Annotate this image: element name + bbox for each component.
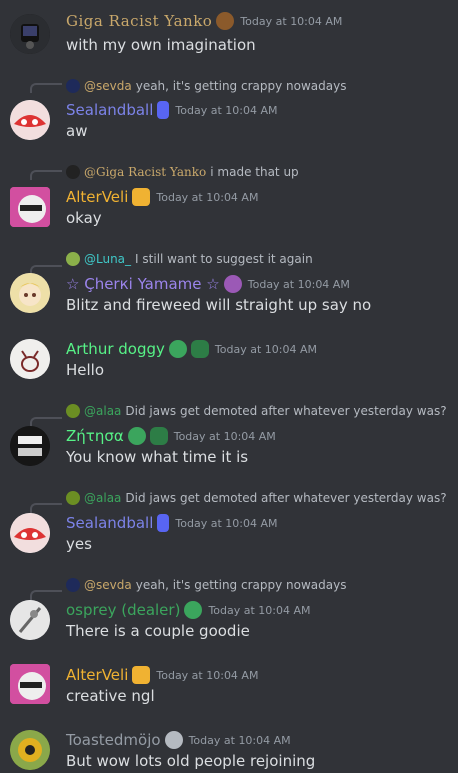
- reply-text: yeah, it's getting crappy nowadays: [135, 79, 347, 93]
- username[interactable]: ☆ Çherкi Yamame ☆: [66, 275, 220, 293]
- frog-emoji-icon: [127, 427, 146, 445]
- reply-username[interactable]: @sevda: [84, 578, 132, 592]
- reply-spine: [30, 417, 62, 427]
- poop-emoji-icon: [216, 12, 235, 30]
- message-text: creative ngl: [66, 687, 155, 705]
- timestamp[interactable]: Today at 10:04 AM: [215, 343, 317, 356]
- clover-emoji-icon: [149, 427, 168, 445]
- reply-avatar: [66, 404, 80, 418]
- timestamp[interactable]: Today at 10:04 AM: [208, 604, 310, 617]
- reply-username[interactable]: @alaa: [84, 404, 121, 418]
- avatar[interactable]: [10, 273, 50, 313]
- reply-preview[interactable]: @alaa Did jaws get demoted after whateve…: [66, 402, 447, 420]
- timestamp[interactable]: Today at 10:04 AM: [189, 734, 291, 747]
- reply-avatar: [66, 491, 80, 505]
- reply-avatar: [66, 252, 80, 266]
- message-text: aw: [66, 122, 88, 140]
- witch-hat-emoji-icon: [223, 275, 242, 293]
- timestamp[interactable]: Today at 10:04 AM: [174, 430, 276, 443]
- message-text: okay: [66, 209, 102, 227]
- reply-spine: [30, 503, 62, 513]
- username[interactable]: Sealandball: [66, 101, 153, 119]
- message-text: with my own imagination: [66, 36, 256, 54]
- reply-username[interactable]: @sevda: [84, 79, 132, 93]
- reply-preview[interactable]: @Giga Racist Yanko i made that up: [66, 163, 299, 181]
- timestamp[interactable]: Today at 10:04 AM: [175, 517, 277, 530]
- message-text: But wow lots old people rejoining: [66, 752, 316, 770]
- username[interactable]: osprey (dealer): [66, 601, 180, 619]
- username[interactable]: Arthur doggy: [66, 340, 165, 358]
- username[interactable]: Toastedmöjo: [66, 731, 161, 749]
- reply-preview[interactable]: @sevda yeah, it's getting crappy nowaday…: [66, 77, 346, 95]
- gold-badge-emoji-icon: [132, 188, 151, 206]
- timestamp[interactable]: Today at 10:04 AM: [175, 104, 277, 117]
- avatar[interactable]: [10, 187, 50, 227]
- reply-text: i made that up: [210, 165, 299, 179]
- message-text: There is a couple goodie: [66, 622, 250, 640]
- avatar[interactable]: [10, 339, 50, 379]
- passport-emoji-icon: [157, 514, 170, 532]
- reply-text: Did jaws get demoted after whatever yest…: [125, 404, 447, 418]
- reply-username[interactable]: @alaa: [84, 491, 121, 505]
- username[interactable]: Giga Racist Yanko: [66, 12, 212, 30]
- chat-log: Giga Racist Yanko Today at 10:04 AM with…: [0, 0, 458, 773]
- reply-text: Did jaws get demoted after whatever yest…: [125, 491, 447, 505]
- reply-avatar: [66, 79, 80, 93]
- timestamp[interactable]: Today at 10:04 AM: [156, 191, 258, 204]
- username[interactable]: AlterVeli: [66, 666, 128, 684]
- username[interactable]: Ζήτησα: [66, 427, 124, 445]
- reply-preview[interactable]: @sevda yeah, it's getting crappy nowaday…: [66, 576, 346, 594]
- reply-spine: [30, 590, 62, 600]
- reply-username[interactable]: @Giga Racist Yanko: [84, 165, 206, 179]
- avatar[interactable]: [10, 600, 50, 640]
- avatar[interactable]: [10, 730, 50, 770]
- reply-preview[interactable]: @Luna_ I still want to suggest it again: [66, 250, 313, 268]
- message-text: You know what time it is: [66, 448, 249, 466]
- avatar[interactable]: [10, 14, 50, 54]
- timestamp[interactable]: Today at 10:04 AM: [156, 669, 258, 682]
- timestamp[interactable]: Today at 10:04 AM: [240, 15, 342, 28]
- reply-text: I still want to suggest it again: [135, 252, 313, 266]
- message-text: yes: [66, 535, 92, 553]
- frog-emoji-icon: [184, 601, 203, 619]
- avatar[interactable]: [10, 426, 50, 466]
- timestamp[interactable]: Today at 10:04 AM: [248, 278, 350, 291]
- reply-avatar: [66, 165, 80, 179]
- reply-username[interactable]: @Luna_: [84, 252, 131, 266]
- avatar[interactable]: [10, 664, 50, 704]
- message-text: Hello: [66, 361, 105, 379]
- message-text: Blitz and fireweed will straight up say …: [66, 296, 372, 314]
- reply-spine: [30, 170, 62, 180]
- reply-preview[interactable]: @alaa Did jaws get demoted after whateve…: [66, 489, 447, 507]
- avatar[interactable]: [10, 100, 50, 140]
- trashcan-emoji-icon: [164, 731, 183, 749]
- reply-avatar: [66, 578, 80, 592]
- username[interactable]: AlterVeli: [66, 188, 128, 206]
- frog-emoji-icon: [168, 340, 187, 358]
- clover-emoji-icon: [190, 340, 209, 358]
- reply-spine: [30, 83, 62, 93]
- avatar[interactable]: [10, 513, 50, 553]
- passport-emoji-icon: [157, 101, 170, 119]
- username[interactable]: Sealandball: [66, 514, 153, 532]
- gold-badge-emoji-icon: [132, 666, 151, 684]
- reply-text: yeah, it's getting crappy nowadays: [135, 578, 347, 592]
